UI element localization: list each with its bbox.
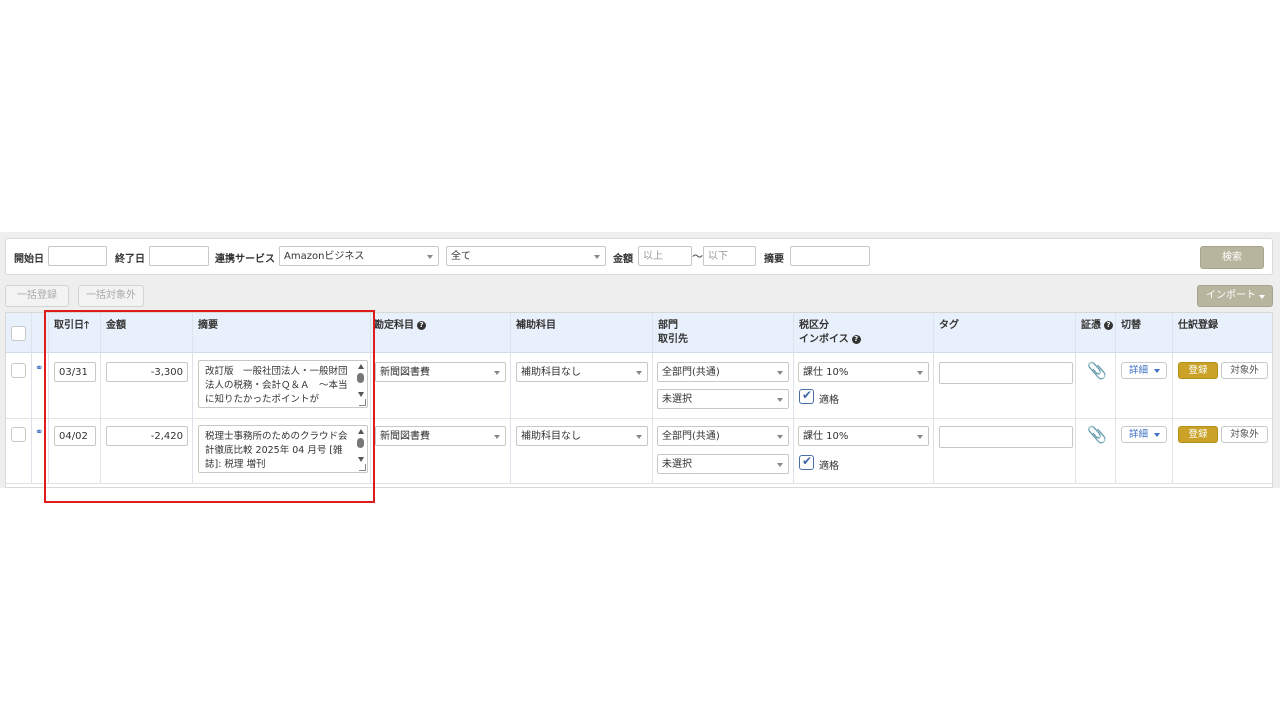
sub-account-value: 補助科目なし — [521, 367, 581, 378]
amount-tilde: 〜 — [692, 250, 703, 263]
department-value: 全部門(共通) — [662, 367, 720, 378]
tax-select[interactable]: 課仕 10% — [798, 426, 929, 446]
invoice-checkbox[interactable] — [799, 454, 814, 470]
chevron-down-icon — [1154, 433, 1160, 437]
service-select[interactable]: Amazonビジネス — [279, 246, 439, 266]
amount-max-input[interactable]: 以下 — [703, 246, 756, 266]
bulk-exclude-button[interactable]: 一括対象外 — [78, 285, 144, 307]
row-checkbox[interactable] — [11, 427, 26, 442]
column-header-partner: 取引先 — [658, 334, 688, 345]
department-select[interactable]: 全部門(共通) — [657, 362, 789, 382]
chevron-down-icon — [636, 435, 642, 439]
highlight-box — [44, 310, 375, 503]
department-value: 全部門(共通) — [662, 431, 720, 442]
chevron-down-icon — [594, 255, 600, 259]
tax-select[interactable]: 課仕 10% — [798, 362, 929, 382]
column-header-department: 部門 — [658, 320, 678, 331]
start-date-input[interactable] — [48, 246, 107, 266]
column-header-tag: タグ — [939, 320, 959, 331]
partner-select[interactable]: 未選択 — [657, 454, 789, 474]
chevron-down-icon — [1154, 369, 1160, 373]
scope-select[interactable]: 全て — [446, 246, 606, 266]
chevron-down-icon — [917, 371, 923, 375]
detail-button[interactable]: 詳細 — [1121, 426, 1167, 443]
paperclip-icon[interactable]: 📎 — [1087, 361, 1107, 380]
end-date-label: 終了日 — [115, 254, 145, 265]
help-icon[interactable]: ? — [1104, 320, 1113, 330]
amount-min-input[interactable]: 以上 — [638, 246, 692, 266]
select-all-checkbox[interactable] — [11, 326, 26, 341]
chevron-down-icon — [917, 435, 923, 439]
paperclip-icon[interactable]: 📎 — [1087, 425, 1107, 444]
help-icon[interactable]: ? — [851, 334, 861, 344]
column-header-invoice: インボイス? — [799, 333, 861, 347]
import-button-label: インポート — [1206, 290, 1256, 301]
column-header-sub-account: 補助科目 — [516, 320, 556, 331]
chevron-down-icon — [777, 371, 783, 375]
invoice-checkbox[interactable] — [799, 388, 814, 404]
bulk-register-button[interactable]: 一括登録 — [5, 285, 69, 307]
account-value: 新聞図書費 — [380, 367, 430, 378]
memo-input[interactable] — [790, 246, 870, 266]
department-select[interactable]: 全部門(共通) — [657, 426, 789, 446]
invoice-label: 適格 — [819, 461, 839, 472]
search-button[interactable]: 検索 — [1200, 246, 1264, 269]
column-header-switch: 切替 — [1121, 320, 1141, 331]
exclude-button[interactable]: 対象外 — [1221, 362, 1268, 379]
partner-value: 未選択 — [662, 459, 692, 470]
tag-input[interactable] — [939, 362, 1073, 384]
start-date-label: 開始日 — [14, 254, 44, 265]
account-select[interactable]: 新聞図書費 — [375, 362, 506, 382]
column-header-tax: 税区分 — [799, 320, 829, 331]
exclude-button[interactable]: 対象外 — [1221, 426, 1268, 443]
chevron-down-icon — [636, 371, 642, 375]
column-header-evidence: 証憑? — [1081, 319, 1113, 333]
chevron-down-icon — [777, 435, 783, 439]
register-button[interactable]: 登録 — [1178, 426, 1218, 443]
chevron-down-icon — [777, 398, 783, 402]
chevron-down-icon — [1259, 295, 1265, 299]
partner-select[interactable]: 未選択 — [657, 389, 789, 409]
sub-account-select[interactable]: 補助科目なし — [516, 362, 648, 382]
sub-account-select[interactable]: 補助科目なし — [516, 426, 648, 446]
detail-label: 詳細 — [1129, 365, 1149, 376]
column-header-journal: 仕訳登録 — [1178, 320, 1218, 331]
row-checkbox[interactable] — [11, 363, 26, 378]
chevron-down-icon — [494, 435, 500, 439]
link-icon[interactable]: ⚭ — [35, 363, 43, 374]
account-select[interactable]: 新聞図書費 — [375, 426, 506, 446]
amount-label: 金額 — [613, 254, 633, 265]
column-header-account: 勘定科目? — [374, 319, 426, 333]
tax-value: 課仕 10% — [803, 431, 849, 442]
chevron-down-icon — [494, 371, 500, 375]
chevron-down-icon — [777, 463, 783, 467]
invoice-label: 適格 — [819, 395, 839, 406]
partner-value: 未選択 — [662, 394, 692, 405]
memo-label: 摘要 — [764, 254, 784, 265]
register-button[interactable]: 登録 — [1178, 362, 1218, 379]
detail-button[interactable]: 詳細 — [1121, 362, 1167, 379]
scope-select-value: 全て — [451, 251, 471, 262]
filter-bar: 開始日 終了日 連携サービス Amazonビジネス 全て 金額 以上 〜 以下 … — [5, 238, 1273, 275]
service-label: 連携サービス — [215, 254, 275, 265]
tax-value: 課仕 10% — [803, 367, 849, 378]
help-icon[interactable]: ? — [417, 320, 426, 330]
link-icon[interactable]: ⚭ — [35, 427, 43, 438]
import-button[interactable]: インポート — [1197, 285, 1273, 307]
tag-input[interactable] — [939, 426, 1073, 448]
account-value: 新聞図書費 — [380, 431, 430, 442]
detail-label: 詳細 — [1129, 429, 1149, 440]
service-select-value: Amazonビジネス — [284, 251, 365, 262]
end-date-input[interactable] — [149, 246, 209, 266]
chevron-down-icon — [427, 255, 433, 259]
sub-account-value: 補助科目なし — [521, 431, 581, 442]
